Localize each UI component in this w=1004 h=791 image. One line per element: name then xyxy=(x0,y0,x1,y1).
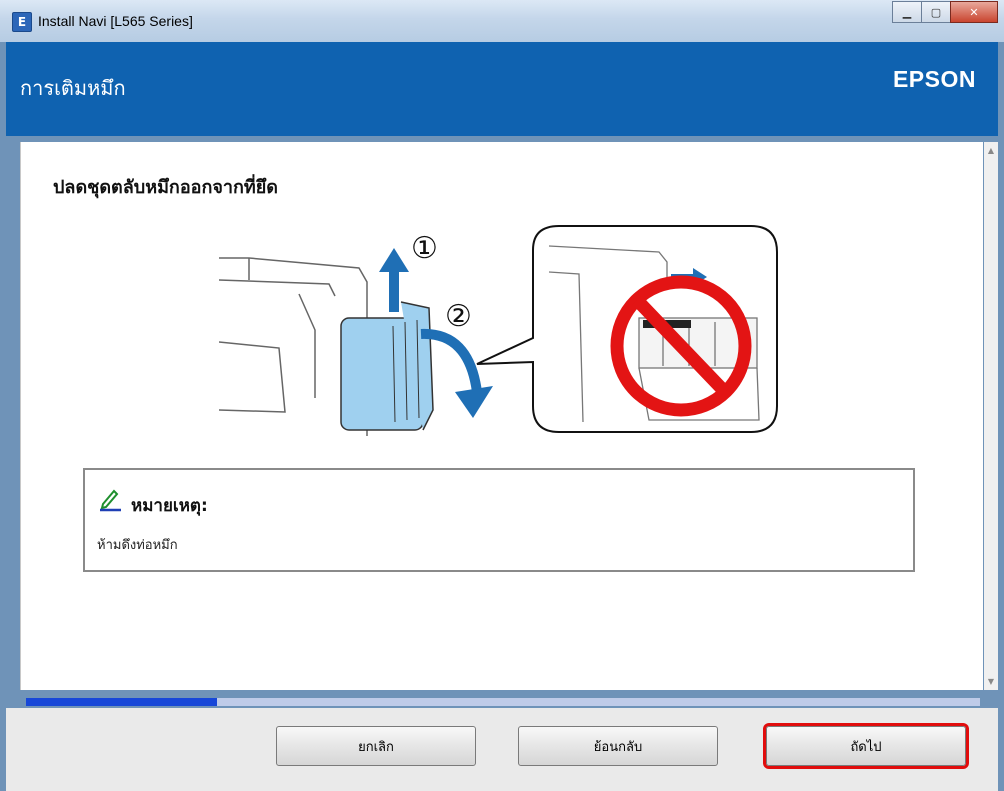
epson-logo: EPSON xyxy=(892,66,976,92)
page-title: การเติมหมึก xyxy=(20,76,126,100)
step-2-label: ② xyxy=(445,299,472,334)
pencil-icon xyxy=(100,489,121,512)
close-button[interactable]: ✕ xyxy=(950,1,998,23)
scroll-up-icon[interactable]: ▲ xyxy=(986,146,996,155)
detail-callout xyxy=(476,225,778,433)
maximize-button[interactable]: ▢ xyxy=(921,1,951,23)
progress-bar xyxy=(26,698,980,706)
note-box: หมายเหตุ: ห้ามดึงท่อหมึก xyxy=(83,468,915,572)
step-1-label: ① xyxy=(411,231,438,266)
page-header: การเติมหมึก EPSON xyxy=(6,42,998,136)
scroll-down-icon[interactable]: ▼ xyxy=(986,677,996,686)
content-panel: ปลดชุดตลับหมึกออกจากที่ยึด ① ② หมายเหตุ:… xyxy=(20,142,983,690)
note-title: หมายเหตุ: xyxy=(131,496,208,516)
next-button[interactable]: ถัดไป xyxy=(766,726,966,766)
button-bar: ยกเลิก ย้อนกลับ ถัดไป xyxy=(6,708,998,791)
window-titlebar: E Install Navi [L565 Series] ▁ ▢ ✕ xyxy=(0,0,1004,42)
cancel-button[interactable]: ยกเลิก xyxy=(276,726,476,766)
window-controls: ▁ ▢ ✕ xyxy=(892,1,998,23)
app-icon: E xyxy=(12,12,32,32)
minimize-button[interactable]: ▁ xyxy=(892,1,922,23)
progress-fill xyxy=(26,698,217,706)
close-icon: ✕ xyxy=(969,5,979,19)
note-text: ห้ามดึงท่อหมึก xyxy=(97,538,178,553)
ink-tank-unit xyxy=(340,301,434,431)
illustration: ① ② xyxy=(219,225,778,436)
vertical-scrollbar[interactable]: ▲ ▼ xyxy=(984,142,998,690)
step-heading: ปลดชุดตลับหมึกออกจากที่ยึด xyxy=(53,177,278,198)
back-button[interactable]: ย้อนกลับ xyxy=(518,726,718,766)
minimize-icon: ▁ xyxy=(902,5,912,19)
maximize-icon: ▢ xyxy=(930,5,942,19)
window-title: Install Navi [L565 Series] xyxy=(38,13,193,29)
